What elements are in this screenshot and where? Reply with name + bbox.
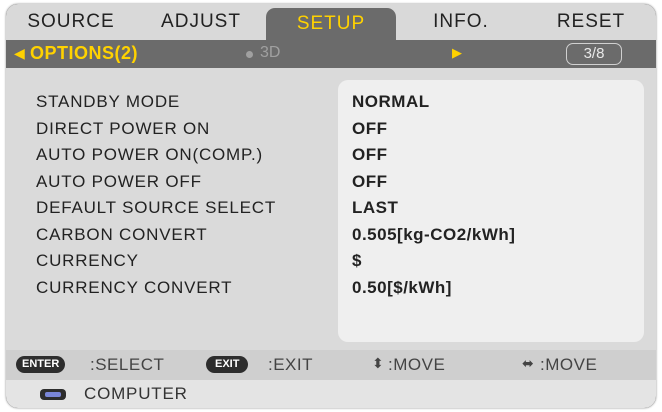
setting-row-auto-power-on[interactable]: AUTO POWER ON(COMP.) OFF [6,142,656,169]
setting-label: CURRENCY [36,251,139,271]
setting-row-currency-convert[interactable]: CURRENCY CONVERT 0.50[$/kWh] [6,275,656,302]
move-horizontal-hint: :MOVE [540,355,598,374]
setting-label: AUTO POWER OFF [36,171,202,191]
setting-value[interactable]: OFF [352,172,388,192]
setting-label: DIRECT POWER ON [36,118,211,138]
settings-list: STANDBY MODE NORMAL DIRECT POWER ON OFF … [6,89,656,301]
setting-label: CURRENCY CONVERT [36,277,233,297]
up-down-arrows-icon: ⬍ [372,355,384,371]
setting-label: DEFAULT SOURCE SELECT [36,198,277,218]
tab-adjust[interactable]: ADJUST [136,4,266,40]
setting-value[interactable]: 0.505[kg-CO2/kWh] [352,225,515,245]
setting-row-carbon-convert[interactable]: CARBON CONVERT 0.505[kg-CO2/kWh] [6,222,656,249]
tab-setup[interactable]: SETUP [266,8,396,40]
next-submenu-label[interactable]: 3D [260,44,280,62]
exit-key-badge: EXIT [206,356,249,373]
setting-value[interactable]: NORMAL [352,92,430,112]
exit-hint: :EXIT [268,355,314,374]
setting-label: CARBON CONVERT [36,224,208,244]
setting-value[interactable]: OFF [352,119,388,139]
setting-label: AUTO POWER ON(COMP.) [36,145,263,165]
setting-label: STANDBY MODE [36,92,181,112]
setting-value[interactable]: $ [352,251,362,271]
left-right-arrows-icon: ⬌ [522,355,534,371]
tab-info[interactable]: INFO. [396,4,526,40]
enter-key-badge: ENTER [16,356,66,373]
setting-value[interactable]: OFF [352,145,388,165]
setting-row-auto-power-off[interactable]: AUTO POWER OFF OFF [6,169,656,196]
settings-content: STANDBY MODE NORMAL DIRECT POWER ON OFF … [6,68,656,350]
current-source-label: COMPUTER [84,384,188,403]
dot-icon [246,51,253,58]
computer-input-icon [40,389,66,400]
setting-value[interactable]: 0.50[$/kWh] [352,278,452,298]
tab-reset[interactable]: RESET [526,4,656,40]
setting-row-currency[interactable]: CURRENCY $ [6,248,656,275]
move-vertical-hint: :MOVE [388,355,446,374]
submenu-bar: ◀ OPTIONS(2) 3D ▶ 3/8 [6,40,656,68]
menu-tab-bar: SOURCE ADJUST SETUP INFO. RESET [6,4,656,40]
setting-value[interactable]: LAST [352,198,398,218]
submenu-title[interactable]: OPTIONS(2) [30,43,138,64]
page-indicator: 3/8 [566,43,622,65]
projector-osd-menu: SOURCE ADJUST SETUP INFO. RESET ◀ OPTION… [6,4,656,408]
triangle-right-icon[interactable]: ▶ [452,45,462,61]
triangle-left-icon[interactable]: ◀ [14,45,25,62]
setting-row-direct-power-on[interactable]: DIRECT POWER ON OFF [6,116,656,143]
select-hint: :SELECT [90,355,165,374]
setting-row-default-source-select[interactable]: DEFAULT SOURCE SELECT LAST [6,195,656,222]
source-status-bar: COMPUTER [6,380,656,408]
key-guide-bar: ENTER :SELECT EXIT :EXIT ⬍ :MOVE ⬌ :MOVE [6,350,656,380]
setting-row-standby-mode[interactable]: STANDBY MODE NORMAL [6,89,656,116]
tab-source[interactable]: SOURCE [6,4,136,40]
